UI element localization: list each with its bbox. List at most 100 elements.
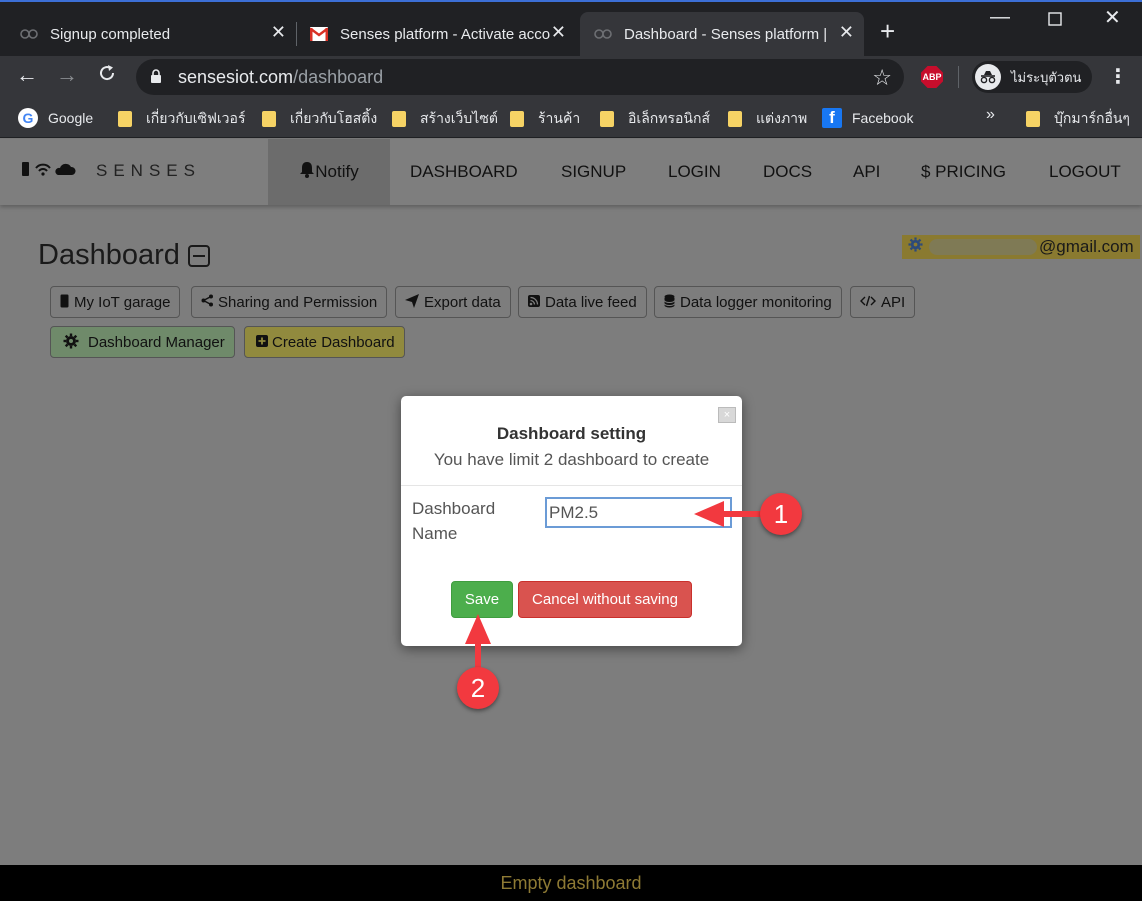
url-text: sensesiot.com/dashboard xyxy=(178,67,383,88)
annotation-step-1: 1 xyxy=(760,493,802,535)
abp-label: ABP xyxy=(922,72,942,82)
new-tab-plus-icon[interactable]: + xyxy=(880,18,895,44)
paper-plane-icon xyxy=(405,293,419,311)
sharing-permission-button[interactable]: Sharing and Permission xyxy=(191,286,388,318)
bookmark-folder-photo[interactable]: แต่งภาพ xyxy=(728,108,807,130)
page-title-text: Dashboard xyxy=(38,239,180,271)
nav-label: LOGIN xyxy=(668,162,721,181)
incognito-icon xyxy=(975,64,1001,90)
bookmark-folder-website[interactable]: สร้างเว็บไซต์ xyxy=(392,108,498,130)
bookmark-label: แต่งภาพ xyxy=(756,110,808,126)
bookmarks-overflow-icon[interactable]: » xyxy=(986,106,995,124)
bookmark-star-icon[interactable]: ☆ xyxy=(872,65,892,91)
incognito-profile-button[interactable]: ไม่ระบุตัวตน xyxy=(972,61,1092,93)
create-dashboard-button[interactable]: Create Dashboard xyxy=(244,326,405,358)
cancel-without-saving-button[interactable]: Cancel without saving xyxy=(518,581,692,618)
bookmark-label: ร้านค้า xyxy=(538,110,581,126)
tabstrip-accent-line xyxy=(0,0,1142,2)
tab-close-icon[interactable]: ✕ xyxy=(271,22,286,43)
forward-arrow-icon[interactable]: → xyxy=(56,64,78,86)
bookmark-label: อิเล็กทรอนิกส์ xyxy=(628,110,710,126)
bookmark-folder-server[interactable]: เกี่ยวกับเซิฟเวอร์ xyxy=(118,108,245,130)
export-data-button[interactable]: Export data xyxy=(395,286,511,318)
bookmark-folder-hosting[interactable]: เกี่ยวกับโฮสติ้ง xyxy=(262,108,377,130)
nav-api[interactable]: API xyxy=(853,139,880,205)
brand-name: SENSES xyxy=(96,161,201,180)
footer-text: Empty dashboard xyxy=(500,872,642,893)
bookmark-other[interactable]: บุ๊กมาร์กอื่นๆ xyxy=(1026,108,1130,130)
dashboard-name-label: Dashboard Name xyxy=(412,499,496,543)
senses-favicon-icon xyxy=(594,25,612,43)
bookmark-folder-electronics[interactable]: อิเล็กทรอนิกส์ xyxy=(600,108,710,130)
page-title: Dashboard xyxy=(38,239,210,272)
tab-title: Dashboard - Senses platform | xyxy=(624,25,828,43)
folder-icon xyxy=(1026,111,1040,127)
dashboard-manager-button[interactable]: Dashboard Manager xyxy=(50,326,235,358)
browser-tabstrip: Signup completed ✕ Senses platform - Act… xyxy=(0,0,1142,56)
maximize-icon[interactable] xyxy=(1048,9,1062,32)
tab-title: Senses platform - Activate acco xyxy=(340,25,551,43)
nav-signup[interactable]: SIGNUP xyxy=(561,139,626,205)
more-menu-icon[interactable]: ⋮ xyxy=(1108,64,1128,89)
tab-close-icon[interactable]: ✕ xyxy=(551,22,566,43)
page-footer: Empty dashboard xyxy=(0,865,1142,901)
url-path: /dashboard xyxy=(293,67,384,87)
window-close-icon[interactable]: ✕ xyxy=(1104,5,1121,30)
nav-logout[interactable]: LOGOUT xyxy=(1049,139,1121,205)
tab-dashboard[interactable]: Dashboard - Senses platform | ✕ xyxy=(580,12,864,56)
button-label: Data live feed xyxy=(545,293,637,311)
tab-close-icon[interactable]: ✕ xyxy=(839,22,854,43)
google-icon: G xyxy=(18,108,38,128)
nav-label: SIGNUP xyxy=(561,162,627,181)
email-suffix: @gmail.com xyxy=(1039,237,1134,256)
bookmark-label: สร้างเว็บไซต์ xyxy=(420,110,498,126)
bookmark-folder-shop[interactable]: ร้านค้า xyxy=(510,108,580,130)
facebook-icon: f xyxy=(822,108,842,128)
code-icon xyxy=(860,295,876,310)
nav-label: Notify xyxy=(315,162,359,181)
tab-separator xyxy=(296,22,297,46)
user-email-badge[interactable]: @gmail.com xyxy=(902,235,1140,259)
data-live-feed-button[interactable]: Data live feed xyxy=(518,286,647,318)
button-label: API xyxy=(881,293,906,311)
site-navbar: SENSES Notify DASHBOARD SIGNUP LOGIN DOC… xyxy=(0,139,1142,205)
rss-icon xyxy=(528,294,540,310)
bookmark-label: เกี่ยวกับเซิฟเวอร์ xyxy=(146,110,246,126)
api-button[interactable]: API xyxy=(850,286,916,318)
bell-icon xyxy=(299,161,315,183)
bookmark-label: เกี่ยวกับโฮสติ้ง xyxy=(290,110,378,126)
button-label: Export data xyxy=(424,293,501,311)
bookmark-google[interactable]: G Google xyxy=(18,108,93,128)
tab-activate-account[interactable]: Senses platform - Activate acco ✕ xyxy=(310,12,576,56)
nav-login[interactable]: LOGIN xyxy=(668,139,721,205)
phone-icon xyxy=(60,294,69,311)
annotation-step-2: 2 xyxy=(457,667,499,709)
modal-title: Dashboard setting xyxy=(496,424,647,443)
folder-icon xyxy=(510,111,524,127)
my-iot-garage-button[interactable]: My IoT garage xyxy=(50,286,181,318)
reload-icon[interactable] xyxy=(97,63,117,87)
folder-icon xyxy=(728,111,742,127)
nav-notify[interactable]: Notify xyxy=(268,139,390,205)
button-label: My IoT garage xyxy=(74,293,171,311)
bookmark-facebook[interactable]: f Facebook xyxy=(822,108,913,128)
data-logger-monitoring-button[interactable]: Data logger monitoring xyxy=(654,286,842,318)
tab-title: Signup completed xyxy=(50,25,171,43)
collapse-minus-icon[interactable] xyxy=(187,244,210,267)
nav-docs[interactable]: DOCS xyxy=(763,139,812,205)
nav-pricing[interactable]: $ PRICING xyxy=(921,139,1006,205)
senses-favicon-icon xyxy=(20,25,38,43)
dashboard-name-input[interactable] xyxy=(545,497,732,528)
database-icon xyxy=(664,294,675,311)
address-bar[interactable]: sensesiot.com/dashboard ☆ xyxy=(136,59,904,95)
gear-icon xyxy=(63,333,79,352)
redacted-email-name xyxy=(929,239,1037,255)
back-arrow-icon[interactable]: ← xyxy=(16,64,38,86)
save-button[interactable]: Save xyxy=(451,581,513,618)
folder-icon xyxy=(392,111,406,127)
nav-dashboard[interactable]: DASHBOARD xyxy=(410,139,518,205)
bookmark-label: Facebook xyxy=(852,110,914,126)
tab-signup-completed[interactable]: Signup completed ✕ xyxy=(20,12,296,56)
site-brand[interactable]: SENSES xyxy=(20,161,201,181)
minimize-icon[interactable]: — xyxy=(990,6,1010,29)
